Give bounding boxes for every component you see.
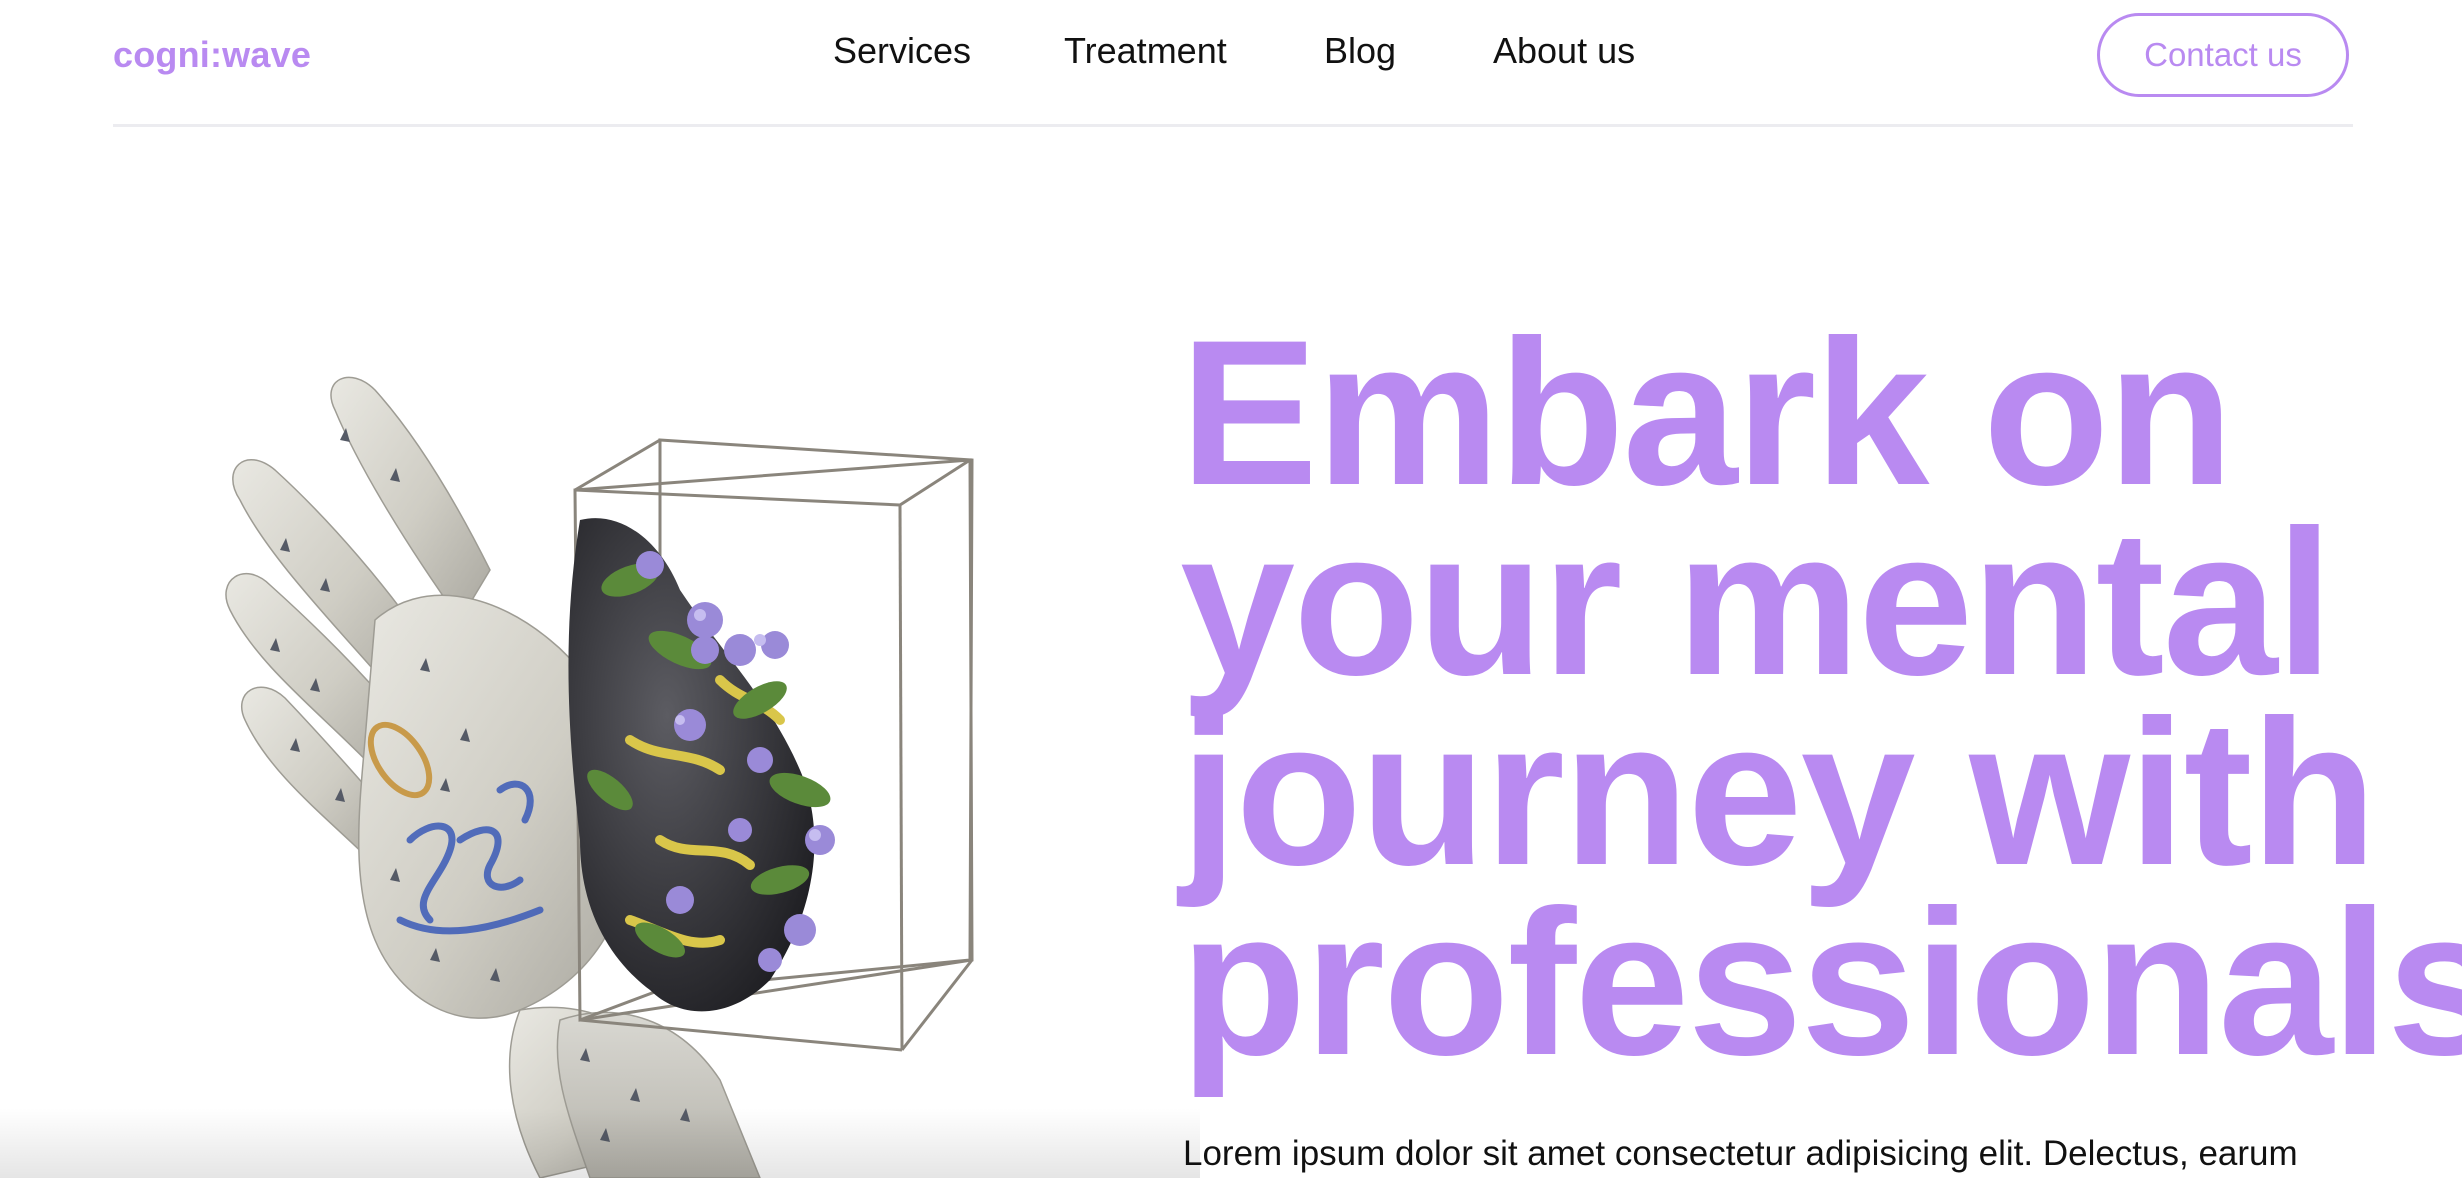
hero-heading-line-3: journey with <box>1180 677 2377 908</box>
nav-treatment[interactable]: Treatment <box>1064 30 1227 72</box>
nav-services[interactable]: Services <box>833 30 971 72</box>
nav-about-us[interactable]: About us <box>1493 30 1635 72</box>
logo[interactable]: cogni:wave <box>113 34 311 76</box>
site-header: cogni:wave Services Treatment Blog About… <box>113 0 2353 127</box>
hero-heading-line-2: your mental <box>1180 487 2333 718</box>
nav-blog[interactable]: Blog <box>1324 30 1396 72</box>
hero-heading: Embark on your mental journey with profe… <box>1180 297 2462 1098</box>
hero-description: Lorem ipsum dolor sit amet consectetur a… <box>1183 1134 2298 1173</box>
contact-us-button[interactable]: Contact us <box>2097 13 2349 97</box>
hero-heading-line-1: Embark on <box>1180 297 2234 528</box>
hero-hand-image <box>225 376 974 1178</box>
landing-page: cogni:wave Services Treatment Blog About… <box>0 0 2462 1178</box>
hero-heading-line-4: professionals <box>1180 867 2462 1098</box>
